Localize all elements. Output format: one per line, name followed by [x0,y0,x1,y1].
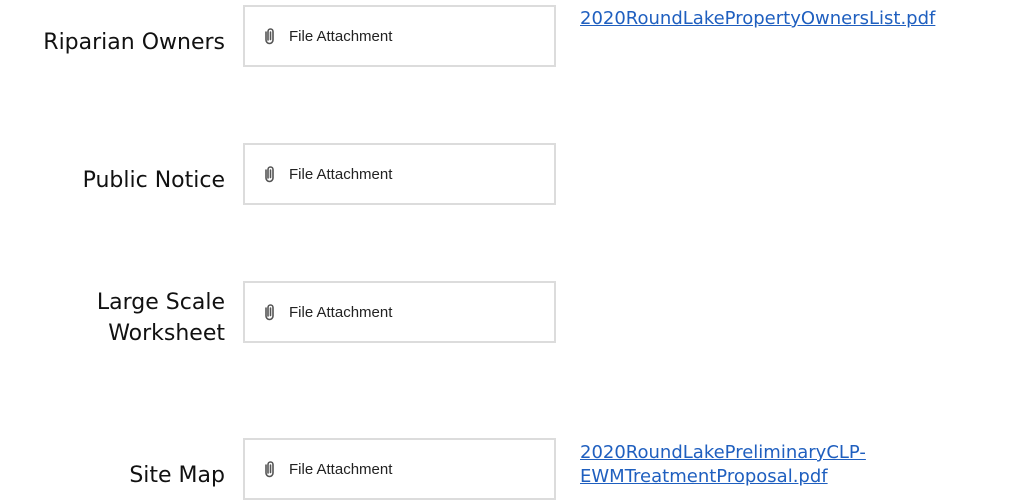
paperclip-icon [264,165,278,183]
large-scale-worksheet-label: Large Scale Worksheet [97,287,225,349]
file-attachment-label: File Attachment [289,460,393,478]
riparian-owners-file-link[interactable]: 2020RoundLakePropertyOwnersList.pdf [580,7,935,31]
site-map-file-link[interactable]: 2020RoundLakePreliminaryCLP- EWMTreatmen… [580,441,866,489]
file-attachment-label: File Attachment [289,165,393,183]
file-attachment-label: File Attachment [289,303,393,321]
paperclip-icon [264,303,278,321]
site-map-file-attachment[interactable]: File Attachment [243,438,556,500]
link-line: EWMTreatmentProposal.pdf [580,466,828,487]
file-attachment-label: File Attachment [289,27,393,45]
label-line: Large Scale [96,290,225,315]
large-scale-worksheet-file-attachment[interactable]: File Attachment [243,281,556,343]
link-line: 2020RoundLakePreliminaryCLP- [580,442,866,463]
riparian-owners-label: Riparian Owners [43,30,225,55]
label-line: Worksheet [108,321,225,346]
public-notice-label: Public Notice [82,168,225,193]
paperclip-icon [264,460,278,478]
paperclip-icon [264,27,278,45]
public-notice-file-attachment[interactable]: File Attachment [243,143,556,205]
site-map-label: Site Map [129,463,225,488]
riparian-owners-file-attachment[interactable]: File Attachment [243,5,556,67]
